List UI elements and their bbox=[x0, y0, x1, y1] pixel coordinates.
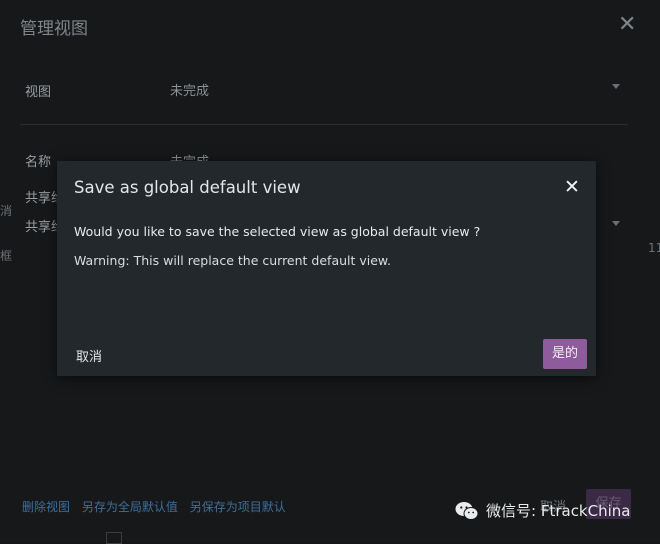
watermark-text: 微信号: FtrackChina bbox=[486, 502, 631, 520]
dialog-warning: Warning: This will replace the current d… bbox=[74, 253, 391, 268]
edge-text-left-1: 消 bbox=[0, 204, 13, 218]
dialog-title: Save as global default view bbox=[74, 178, 301, 197]
panel-title: 管理视图 bbox=[20, 19, 88, 39]
panel-close-icon[interactable]: ✕ bbox=[618, 12, 636, 37]
save-global-default-dialog: Save as global default view ✕ Would you … bbox=[57, 161, 596, 376]
divider bbox=[20, 124, 628, 125]
bottom-icon bbox=[106, 532, 122, 544]
dialog-confirm-button[interactable]: 是的 bbox=[543, 339, 587, 369]
delete-view-link[interactable]: 删除视图 bbox=[22, 500, 70, 514]
edge-text-left-2: 框 bbox=[0, 249, 13, 263]
watermark: 微信号: FtrackChina bbox=[455, 500, 630, 521]
dialog-question: Would you like to save the selected view… bbox=[74, 224, 481, 239]
footer-links: 删除视图 另存为全局默认值 另保存为项目默认 bbox=[22, 498, 294, 515]
view-label: 视图 bbox=[25, 85, 52, 100]
edge-text-right: 11 bbox=[648, 241, 660, 255]
name-label: 名称 bbox=[25, 155, 52, 170]
chevron-down-icon[interactable] bbox=[612, 84, 620, 89]
save-project-default-link[interactable]: 另保存为项目默认 bbox=[190, 500, 286, 514]
save-global-default-link[interactable]: 另存为全局默认值 bbox=[82, 500, 178, 514]
wechat-icon bbox=[455, 501, 479, 520]
chevron-down-icon[interactable] bbox=[612, 221, 620, 226]
view-select[interactable]: 未完成 bbox=[170, 80, 209, 99]
dialog-cancel-button[interactable]: 取消 bbox=[76, 346, 102, 365]
close-icon[interactable]: ✕ bbox=[564, 176, 580, 198]
